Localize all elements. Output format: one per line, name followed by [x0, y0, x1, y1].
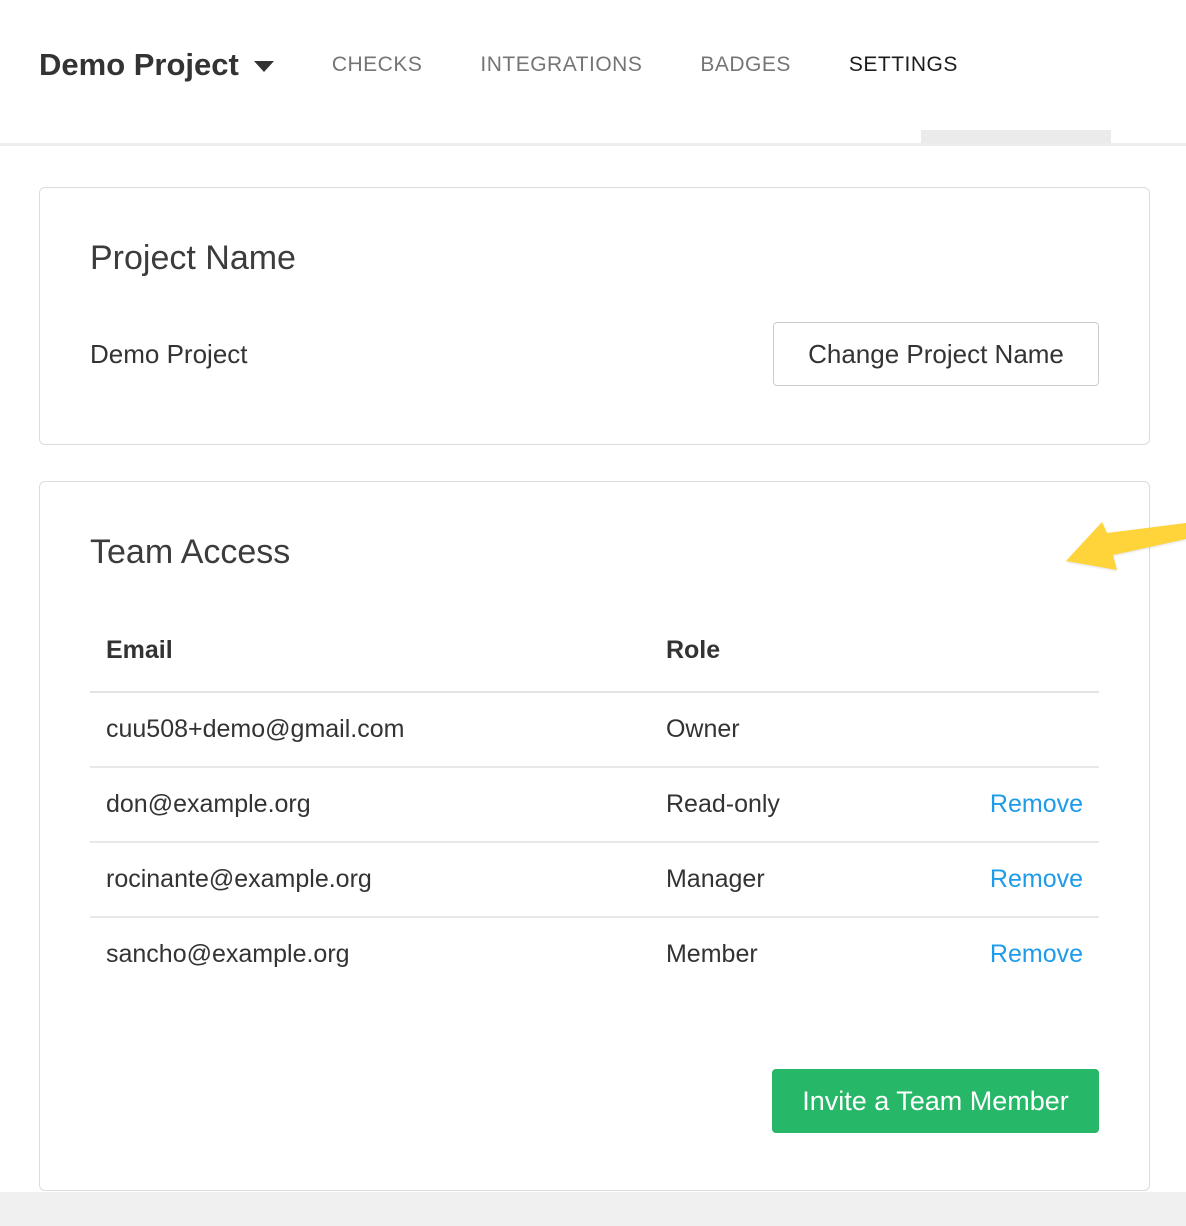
column-header-role: Role [650, 618, 897, 692]
member-email: rocinante@example.org [90, 842, 650, 917]
team-access-card: Team Access Email Role cuu508+demo@gmail… [39, 481, 1150, 1191]
invite-team-member-button[interactable]: Invite a Team Member [772, 1069, 1099, 1133]
project-name-card: Project Name Demo Project Change Project… [39, 187, 1150, 445]
team-member-row: don@example.orgRead-only Remove [90, 767, 1099, 842]
team-access-card-title: Team Access [90, 530, 1099, 574]
change-project-name-button[interactable]: Change Project Name [773, 322, 1099, 386]
project-name-card-title: Project Name [90, 236, 1099, 280]
member-email: cuu508+demo@gmail.com [90, 692, 650, 767]
remove-member-link[interactable]: Remove [990, 865, 1083, 893]
team-members-table: Email Role cuu508+demo@gmail.comOwnerdon… [90, 618, 1099, 991]
member-role: Manager [650, 842, 897, 917]
chevron-down-icon [254, 61, 274, 72]
project-name-row: Demo Project Change Project Name [90, 322, 1099, 386]
member-email: sancho@example.org [90, 917, 650, 991]
tab-checks[interactable]: CHECKS [332, 53, 423, 77]
member-actions-cell [897, 692, 1099, 767]
invite-row: Invite a Team Member [90, 1069, 1099, 1133]
settings-page: Demo Project CHECKS INTEGRATIONS BADGES … [0, 0, 1186, 1192]
team-member-row: sancho@example.orgMember Remove [90, 917, 1099, 991]
current-project-name: Demo Project [90, 339, 248, 370]
table-header-row: Email Role [90, 618, 1099, 692]
column-header-email: Email [90, 618, 650, 692]
column-header-actions [897, 618, 1099, 692]
member-role: Read-only [650, 767, 897, 842]
member-role: Owner [650, 692, 897, 767]
project-switcher[interactable]: Demo Project [39, 47, 274, 83]
team-member-row: cuu508+demo@gmail.comOwner [90, 692, 1099, 767]
member-role: Member [650, 917, 897, 991]
top-navigation: Demo Project CHECKS INTEGRATIONS BADGES … [0, 0, 1186, 146]
active-tab-indicator [921, 130, 1111, 143]
remove-member-link[interactable]: Remove [990, 790, 1083, 818]
tab-settings[interactable]: SETTINGS [849, 53, 958, 77]
remove-member-link[interactable]: Remove [990, 940, 1083, 968]
project-switcher-label: Demo Project [39, 47, 239, 83]
member-actions-cell: Remove [897, 767, 1099, 842]
member-email: don@example.org [90, 767, 650, 842]
member-actions-cell: Remove [897, 917, 1099, 991]
tab-badges[interactable]: BADGES [700, 53, 791, 77]
tab-integrations[interactable]: INTEGRATIONS [480, 53, 642, 77]
member-actions-cell: Remove [897, 842, 1099, 917]
team-member-row: rocinante@example.orgManager Remove [90, 842, 1099, 917]
